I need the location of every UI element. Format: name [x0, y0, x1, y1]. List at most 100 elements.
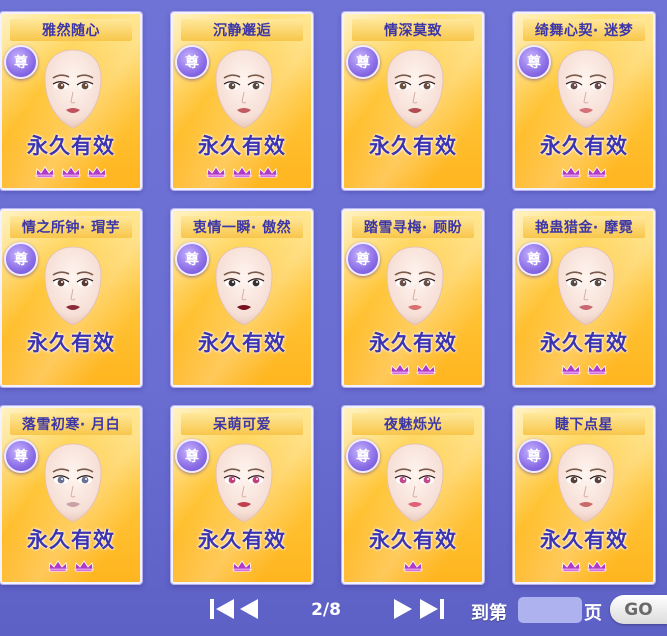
- page-suffix-label: 页: [584, 603, 602, 624]
- face-preview: [39, 245, 107, 327]
- face-preview: [39, 48, 107, 130]
- face-preview: [552, 245, 620, 327]
- card-title: 绮舞心契· 迷梦: [523, 19, 645, 41]
- crown-icon: [561, 560, 581, 572]
- face-portrait: [44, 246, 102, 326]
- face-item-card[interactable]: 情深莫致尊 永久有效: [342, 12, 484, 190]
- validity-label: 永久有效: [198, 528, 286, 552]
- validity-label: 永久有效: [198, 134, 286, 158]
- card-title: 呆萌可爱: [181, 413, 303, 435]
- crown-icon: [416, 363, 436, 375]
- crown-icon: [587, 166, 607, 178]
- card-title: 情之所钟· 瑁芋: [10, 216, 132, 238]
- crown-rating: [515, 560, 653, 574]
- page-indicator: 2/8: [311, 600, 341, 620]
- face-portrait: [386, 49, 444, 129]
- face-portrait: [557, 443, 615, 523]
- crown-rating: [515, 363, 653, 377]
- crown-icon: [258, 166, 278, 178]
- face-preview: [381, 442, 449, 524]
- crown-rating: [2, 363, 140, 377]
- goto-label: 到第: [471, 603, 507, 624]
- face-preview: [210, 442, 278, 524]
- card-title: 艳蛊猎金· 摩霓: [523, 216, 645, 238]
- premium-badge-icon: 尊: [4, 242, 38, 276]
- validity-label: 永久有效: [27, 528, 115, 552]
- premium-badge-icon: 尊: [175, 439, 209, 473]
- validity-label: 永久有效: [369, 134, 457, 158]
- face-item-card[interactable]: 夜魅烁光尊 永久有效: [342, 406, 484, 584]
- crown-icon: [587, 363, 607, 375]
- face-preview: [210, 245, 278, 327]
- face-preview: [381, 48, 449, 130]
- validity-label: 永久有效: [27, 331, 115, 355]
- card-title: 衷情一瞬· 傲然: [181, 216, 303, 238]
- crown-icon: [390, 363, 410, 375]
- prev-page-icon: [240, 599, 258, 619]
- face-item-card[interactable]: 落雪初寒· 月白尊 永久有效: [0, 406, 142, 584]
- first-page-button[interactable]: [208, 596, 236, 622]
- crown-icon: [561, 363, 581, 375]
- face-preview: [381, 245, 449, 327]
- page-number-input[interactable]: [518, 597, 582, 623]
- validity-label: 永久有效: [540, 134, 628, 158]
- face-portrait: [215, 49, 273, 129]
- face-item-card[interactable]: 沉静邂逅尊 永久有效: [171, 12, 313, 190]
- premium-badge-icon: 尊: [175, 242, 209, 276]
- face-portrait: [557, 49, 615, 129]
- premium-badge-icon: 尊: [346, 439, 380, 473]
- crown-rating: [2, 166, 140, 180]
- face-item-card[interactable]: 呆萌可爱尊 永久有效: [171, 406, 313, 584]
- crown-icon: [35, 166, 55, 178]
- crown-rating: [344, 560, 482, 574]
- crown-icon: [206, 166, 226, 178]
- card-title: 夜魅烁光: [352, 413, 474, 435]
- face-item-card[interactable]: 艳蛊猎金· 摩霓尊 永久有效: [513, 209, 655, 387]
- go-button[interactable]: GO: [610, 595, 667, 624]
- face-preview: [39, 442, 107, 524]
- next-page-icon: [394, 599, 412, 619]
- face-portrait: [215, 246, 273, 326]
- face-portrait: [386, 443, 444, 523]
- crown-rating: [2, 560, 140, 574]
- card-title: 情深莫致: [352, 19, 474, 41]
- validity-label: 永久有效: [540, 528, 628, 552]
- crown-rating: [173, 166, 311, 180]
- face-item-card[interactable]: 衷情一瞬· 傲然尊 永久有效: [171, 209, 313, 387]
- crown-rating: [515, 166, 653, 180]
- crown-rating: [173, 363, 311, 377]
- next-page-button[interactable]: [392, 596, 414, 622]
- crown-rating: [173, 560, 311, 574]
- prev-page-button[interactable]: [238, 596, 260, 622]
- face-preview: [552, 442, 620, 524]
- premium-badge-icon: 尊: [4, 45, 38, 79]
- premium-badge-icon: 尊: [517, 242, 551, 276]
- face-item-card[interactable]: 雅然随心尊 永久有效: [0, 12, 142, 190]
- face-item-card[interactable]: 情之所钟· 瑁芋尊 永久有效: [0, 209, 142, 387]
- premium-badge-icon: 尊: [4, 439, 38, 473]
- crown-rating: [344, 166, 482, 180]
- crown-icon: [61, 166, 81, 178]
- face-portrait: [386, 246, 444, 326]
- premium-badge-icon: 尊: [517, 439, 551, 473]
- face-portrait: [557, 246, 615, 326]
- card-title: 睫下点星: [523, 413, 645, 435]
- crown-icon: [48, 560, 68, 572]
- crown-icon: [74, 560, 94, 572]
- face-portrait: [44, 443, 102, 523]
- crown-icon: [587, 560, 607, 572]
- face-preview: [210, 48, 278, 130]
- card-title: 雅然随心: [10, 19, 132, 41]
- validity-label: 永久有效: [27, 134, 115, 158]
- validity-label: 永久有效: [369, 331, 457, 355]
- card-grid: 雅然随心尊 永久有效 沉静邂逅尊 永久有效 情深莫致 尊 永久有效 绮舞心契· …: [0, 12, 667, 584]
- card-title: 沉静邂逅: [181, 19, 303, 41]
- face-item-card[interactable]: 绮舞心契· 迷梦尊 永久有效: [513, 12, 655, 190]
- face-item-card[interactable]: 踏雪寻梅· 顾盼尊 永久有效: [342, 209, 484, 387]
- validity-label: 永久有效: [540, 331, 628, 355]
- last-page-button[interactable]: [418, 596, 446, 622]
- crown-icon: [561, 166, 581, 178]
- face-portrait: [44, 49, 102, 129]
- crown-icon: [232, 166, 252, 178]
- face-item-card[interactable]: 睫下点星尊 永久有效: [513, 406, 655, 584]
